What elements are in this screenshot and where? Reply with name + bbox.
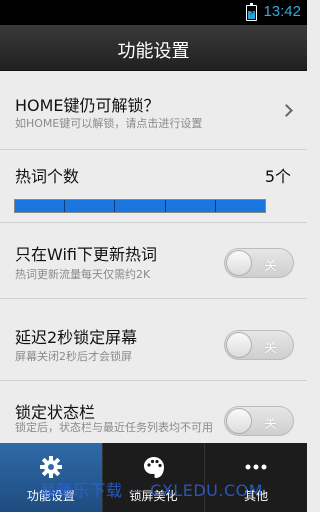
slider-segment: [15, 200, 66, 212]
slider-segment: [115, 200, 166, 212]
battery-icon: ⚡: [246, 3, 257, 21]
hotword-count-slider[interactable]: [14, 199, 266, 213]
setting-desc: 热词更新流量每天仅需约2K: [15, 268, 151, 281]
setting-desc: 如HOME键可以解锁，请点击进行设置: [15, 117, 203, 130]
setting-label: 只在Wifi下更新热词: [15, 245, 157, 264]
gear-icon: [39, 456, 62, 478]
slider-segment: [65, 200, 116, 212]
setting-home-unlock[interactable]: HOME键仍可解锁？ 如HOME键可以解锁，请点击进行设置: [0, 71, 307, 150]
hotword-count-value: 5个: [264, 167, 291, 186]
setting-desc: 屏幕关闭2秒后才会锁屏: [15, 350, 132, 363]
toggle-knob: [226, 408, 252, 434]
toggle-knob: [226, 332, 252, 358]
setting-delay-lock: 延迟2秒锁定屏幕 屏幕关闭2秒后才会锁屏 关: [0, 299, 307, 381]
status-bar: ⚡ 13:42: [0, 0, 307, 25]
page-title: 功能设置: [117, 41, 190, 62]
lock-statusbar-toggle[interactable]: 关: [224, 406, 294, 436]
setting-label: 锁定状态栏: [15, 403, 96, 422]
settings-list: HOME键仍可解锁？ 如HOME键可以解锁，请点击进行设置 热词个数 5个 只在…: [0, 71, 307, 443]
toggle-state-label: 关: [263, 341, 277, 356]
slider-segment: [165, 200, 216, 212]
setting-hotword-count: 热词个数 5个: [0, 150, 307, 223]
more-dots-icon: [245, 464, 267, 470]
setting-lock-statusbar: 锁定状态栏 锁定后，状态栏与最近任务列表均不可用 关: [0, 381, 307, 443]
slider-segment: [215, 200, 266, 212]
clock: 13:42: [263, 3, 301, 20]
toggle-knob: [226, 250, 252, 276]
wifi-update-toggle[interactable]: 关: [224, 248, 294, 278]
delay-lock-toggle[interactable]: 关: [224, 330, 294, 360]
title-bar: 功能设置: [0, 25, 307, 71]
palette-icon: [143, 457, 164, 478]
watermark: 晨曦乐下载 — CXLEDU.COM: [40, 481, 264, 500]
chevron-right-icon: [280, 104, 293, 117]
setting-wifi-update: 只在Wifi下更新热词 热词更新流量每天仅需约2K 关: [0, 223, 307, 299]
toggle-state-label: 关: [263, 259, 277, 274]
setting-label: 热词个数: [15, 167, 80, 186]
toggle-state-label: 关: [263, 417, 277, 432]
setting-label: 延迟2秒锁定屏幕: [15, 328, 138, 347]
setting-label: HOME键仍可解锁？: [15, 96, 160, 115]
setting-desc: 锁定后，状态栏与最近任务列表均不可用: [15, 421, 213, 434]
